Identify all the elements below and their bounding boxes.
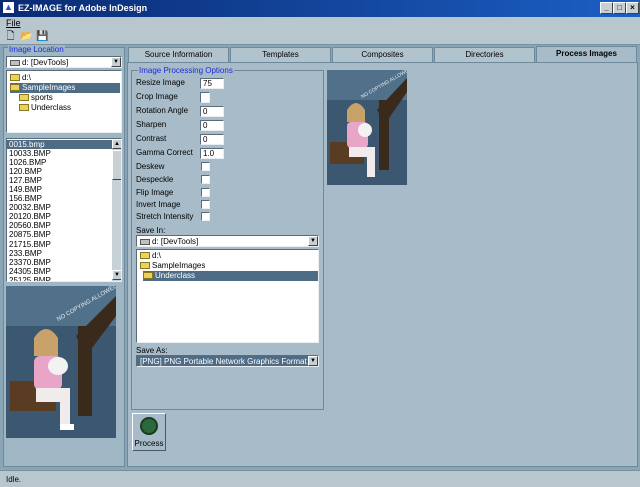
save-in-label: Save In: xyxy=(136,226,166,235)
new-icon[interactable]: 🗋 xyxy=(4,31,17,43)
despeckle-label: Despeckle xyxy=(136,175,174,184)
tree-item-sports[interactable]: sports xyxy=(19,93,53,103)
file-list-item[interactable]: 20032.BMP xyxy=(7,203,112,212)
file-list-item[interactable]: 127.BMP xyxy=(7,176,112,185)
film-reel-icon xyxy=(140,417,158,435)
folder-icon xyxy=(19,94,29,101)
file-list-item[interactable]: 233.BMP xyxy=(7,249,112,258)
folder-open-icon xyxy=(10,74,20,81)
file-list-item[interactable]: 156.BMP xyxy=(7,194,112,203)
image-location-label: Image Location xyxy=(8,45,65,54)
open-icon[interactable]: 📂 xyxy=(20,31,33,43)
menu-file[interactable]: File xyxy=(6,18,21,28)
chevron-down-icon[interactable]: ▼ xyxy=(111,57,121,67)
file-list-item[interactable]: 20120.BMP xyxy=(7,212,112,221)
stretch-checkbox[interactable] xyxy=(201,212,210,221)
close-button[interactable]: × xyxy=(626,2,639,14)
folder-open-icon xyxy=(10,84,20,91)
file-list[interactable]: 0015.bmp 10033.BMP 1026.BMP 120.BMP 127.BMP 1… xyxy=(6,138,122,282)
scroll-up-icon[interactable]: ▲ xyxy=(112,139,121,149)
file-list-item[interactable]: 10033.BMP xyxy=(7,149,112,158)
folder-open-icon xyxy=(140,252,150,259)
right-preview-image: NO COPYING ALLOWED xyxy=(327,70,407,185)
status-bar: Idle. xyxy=(0,470,640,487)
tree-item-sampleimages[interactable]: SampleImages xyxy=(10,83,120,93)
file-list-item[interactable]: 21715.BMP xyxy=(7,240,112,249)
file-list-item[interactable]: 20875.BMP xyxy=(7,230,112,239)
gamma-label: Gamma Correct xyxy=(136,148,193,157)
folder-open-icon xyxy=(140,262,150,269)
contrast-input[interactable]: 0 xyxy=(200,134,224,145)
tab-directories[interactable]: Directories xyxy=(434,47,535,62)
left-preview-image: NO COPYING ALLOWED xyxy=(6,286,116,438)
tab-source-information[interactable]: Source Information xyxy=(128,47,229,62)
portrait-photo: NO COPYING ALLOWED xyxy=(6,286,116,438)
file-list-item[interactable]: 23370.BMP xyxy=(7,258,112,267)
folder-open-icon xyxy=(143,272,153,279)
save-as-label: Save As: xyxy=(136,346,168,355)
rotation-input[interactable]: 0 xyxy=(200,106,224,117)
file-list-item[interactable]: 120.BMP xyxy=(7,167,112,176)
scroll-down-icon[interactable]: ▼ xyxy=(112,270,121,280)
flip-checkbox[interactable] xyxy=(201,188,210,197)
tree-item-root[interactable]: d:\ xyxy=(10,73,31,83)
title-bar: ▲ EZ-IMAGE for Adobe InDesign _ □ × xyxy=(0,0,640,17)
portrait-photo: NO COPYING ALLOWED xyxy=(327,70,407,185)
sharpen-input[interactable]: 0 xyxy=(200,120,224,131)
crop-label: Crop Image xyxy=(136,92,178,101)
toolbar: 🗋 📂 💾 xyxy=(0,29,640,45)
save-in-combo[interactable]: d: [DevTools] ▼ xyxy=(136,235,319,247)
deskew-label: Deskew xyxy=(136,162,165,171)
chevron-down-icon[interactable]: ▼ xyxy=(308,356,318,366)
contrast-label: Contrast xyxy=(136,134,167,143)
process-label: Process xyxy=(134,439,164,448)
file-list-item[interactable]: 25125.BMP xyxy=(7,276,112,281)
drive-icon xyxy=(10,60,20,66)
file-list-item[interactable]: 20560.BMP xyxy=(7,221,112,230)
file-list-scrollbar[interactable]: ▲ ▼ xyxy=(112,139,121,281)
chevron-down-icon[interactable]: ▼ xyxy=(308,236,318,246)
flip-label: Flip Image xyxy=(136,188,174,197)
menu-bar: File xyxy=(0,17,640,29)
crop-input[interactable] xyxy=(200,92,210,103)
invert-label: Invert Image xyxy=(136,200,181,209)
gamma-input[interactable]: 1.0 xyxy=(200,148,224,159)
folder-tree[interactable]: d:\ SampleImages sports Underclass xyxy=(6,70,122,133)
stretch-label: Stretch Intensity xyxy=(136,212,194,221)
scroll-thumb[interactable] xyxy=(112,150,121,180)
save-tree-item-underclass[interactable]: Underclass xyxy=(143,271,318,281)
app-icon: ▲ xyxy=(3,2,14,13)
drive-combo[interactable]: d: [DevTools] ▼ xyxy=(6,56,122,68)
window-title: EZ-IMAGE for Adobe InDesign xyxy=(18,3,148,13)
drive-icon xyxy=(140,239,150,245)
options-group-label: Image Processing Options xyxy=(138,66,234,75)
despeckle-checkbox[interactable] xyxy=(201,175,210,184)
resize-label: Resize Image xyxy=(136,78,185,87)
file-list-item[interactable]: 149.BMP xyxy=(7,185,112,194)
invert-checkbox[interactable] xyxy=(201,200,210,209)
tab-templates[interactable]: Templates xyxy=(230,47,331,62)
folder-icon xyxy=(19,104,29,111)
save-as-combo[interactable]: [PNG] PNG Portable Network Graphics Form… xyxy=(136,355,319,367)
save-folder-tree[interactable]: d:\ SampleImages Underclass xyxy=(136,249,319,343)
sharpen-label: Sharpen xyxy=(136,120,167,129)
maximize-button[interactable]: □ xyxy=(613,2,626,14)
resize-input[interactable]: 75 xyxy=(200,78,224,89)
file-list-item[interactable]: 24305.BMP xyxy=(7,267,112,276)
minimize-button[interactable]: _ xyxy=(600,2,613,14)
save-icon[interactable]: 💾 xyxy=(36,31,49,43)
file-list-item[interactable]: 0015.bmp xyxy=(7,140,112,150)
tab-composites[interactable]: Composites xyxy=(332,47,433,62)
tree-item-underclass[interactable]: Underclass xyxy=(19,103,71,113)
tab-process-images[interactable]: Process Images xyxy=(536,46,637,62)
save-tree-item-sampleimages[interactable]: SampleImages xyxy=(140,261,205,271)
save-tree-item-root[interactable]: d:\ xyxy=(140,251,161,261)
rotation-label: Rotation Angle xyxy=(136,106,189,115)
deskew-checkbox[interactable] xyxy=(201,162,210,171)
process-button[interactable]: Process xyxy=(132,413,166,451)
status-text: Idle. xyxy=(6,475,22,484)
file-list-item[interactable]: 1026.BMP xyxy=(7,158,112,167)
